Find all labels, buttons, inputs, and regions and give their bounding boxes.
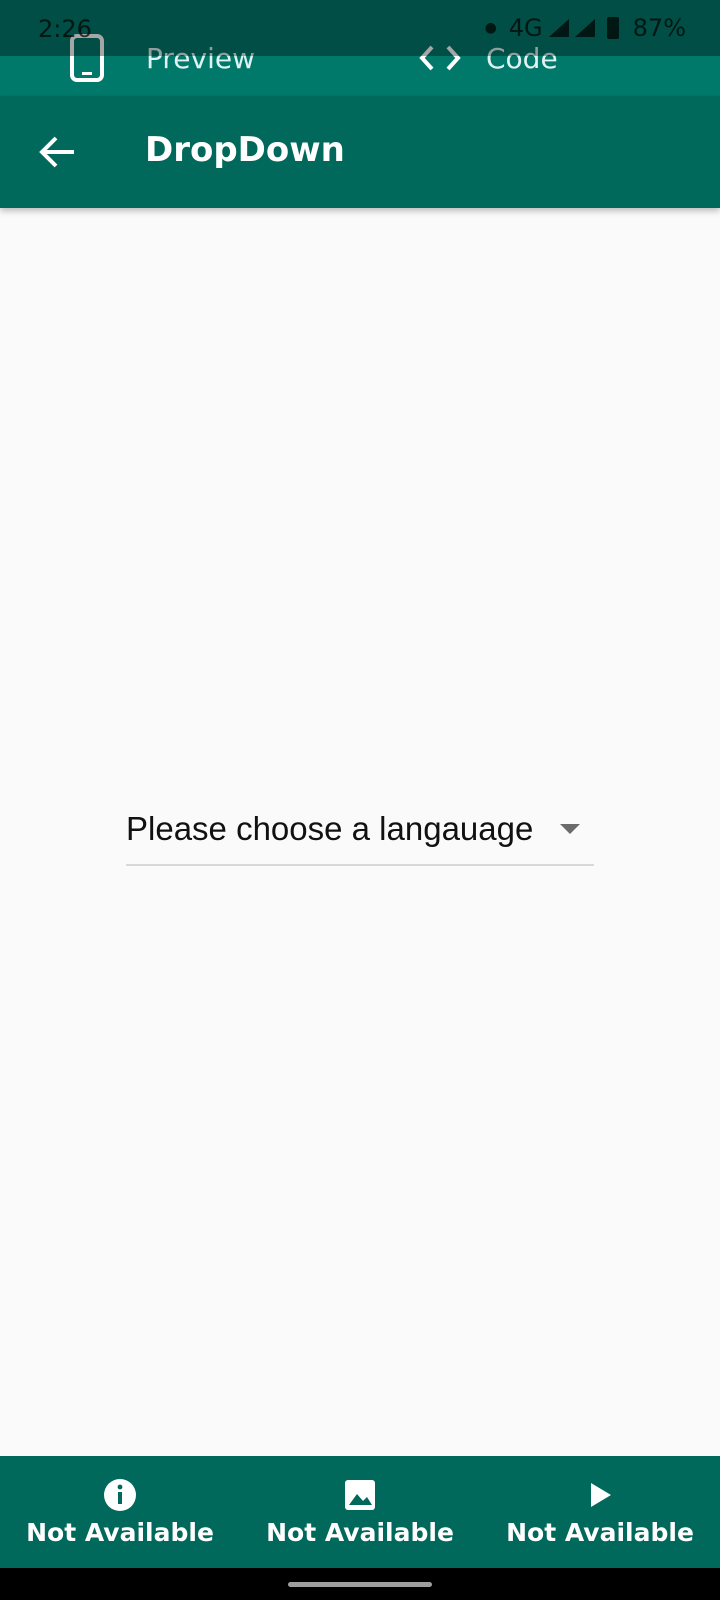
signal-icon-2 <box>574 19 595 37</box>
navigation-bar <box>0 1568 720 1600</box>
bottom-item-label: Not Available <box>506 1518 694 1547</box>
dropdown-selected-text: Please choose a langauage <box>126 810 534 847</box>
battery-percent: 87% <box>632 14 686 42</box>
dropdown-triangle-icon <box>560 824 580 834</box>
battery-icon <box>606 17 619 39</box>
bottom-bar: Not Available Not Available Not Availabl… <box>0 1456 720 1568</box>
bottom-item-label: Not Available <box>26 1518 214 1547</box>
home-gesture-handle[interactable] <box>288 1582 432 1587</box>
status-icons: ● 4G 87% <box>485 14 686 42</box>
bottom-item-info[interactable]: Not Available <box>0 1456 240 1568</box>
bottom-item-image[interactable]: Not Available <box>240 1456 480 1568</box>
screen: Preview Code 2:26 ● 4G 87% DropDown Plea… <box>0 0 720 1600</box>
network-type: 4G <box>508 14 543 42</box>
page-title: DropDown <box>145 130 345 170</box>
status-time: 2:26 <box>38 15 92 43</box>
info-icon <box>104 1479 136 1511</box>
status-bar: 2:26 ● 4G 87% <box>0 0 720 56</box>
image-icon <box>345 1480 375 1510</box>
app-bar: DropDown <box>0 96 720 208</box>
play-icon <box>591 1483 611 1507</box>
arrow-left-icon[interactable] <box>36 130 80 174</box>
language-dropdown[interactable]: Please choose a langauage <box>126 810 594 866</box>
bottom-item-play[interactable]: Not Available <box>480 1456 720 1568</box>
notification-dot-icon: ● <box>484 20 497 36</box>
bottom-item-label: Not Available <box>266 1518 454 1547</box>
signal-icon <box>548 19 569 37</box>
